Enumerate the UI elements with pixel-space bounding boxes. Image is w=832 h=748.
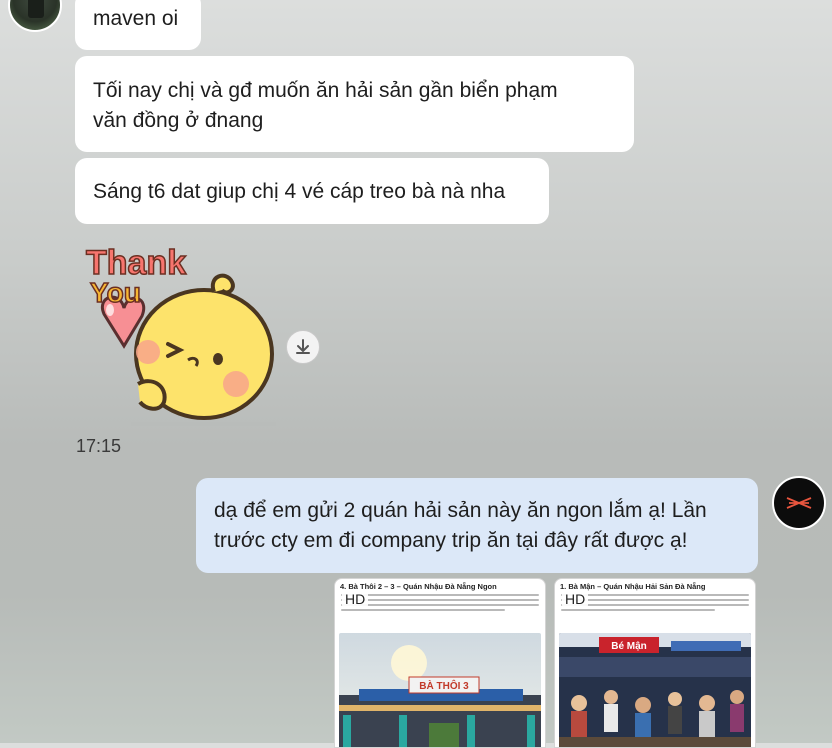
sender-avatar[interactable] — [8, 0, 62, 32]
download-icon — [296, 339, 310, 354]
message-text-line-2: văn đồng ở đnang — [93, 109, 264, 132]
message-bubble-1[interactable]: maven oi — [75, 0, 201, 50]
text-line — [561, 594, 749, 596]
my-avatar[interactable] — [772, 476, 826, 530]
chick-sticker-icon: Thank You — [85, 243, 281, 432]
message-text: maven oi — [93, 7, 179, 30]
message-bubble-2[interactable]: Tối nay chị và gđ muốn ăn hải sản gần bi… — [75, 56, 634, 152]
message-timestamp: 17:15 — [76, 436, 122, 456]
text-line — [561, 609, 715, 611]
sign-text: BÀ THÔI 3 — [419, 679, 469, 692]
message-text: Sáng t6 dat giup chị 4 vé cáp treo bà nà… — [93, 180, 506, 203]
chat-panel: maven oi Tối nay chị và gđ muốn ăn hải s… — [0, 0, 832, 748]
avatar-figure — [28, 0, 44, 18]
text-line — [561, 604, 749, 606]
sticker-text-you: You — [90, 277, 141, 308]
thank-you-sticker[interactable]: Thank You — [76, 226, 281, 432]
text-line — [341, 594, 539, 596]
attachment-title: 1. Bà Mận – Quán Nhậu Hải Sản Đà Nẵng — [560, 582, 706, 591]
hd-badge: HD — [342, 591, 369, 607]
text-line — [341, 604, 539, 606]
message-text-line-1: Tối nay chị và gđ muốn ăn hải sản gần bi… — [93, 79, 558, 102]
image-attachment-2[interactable]: 1. Bà Mận – Quán Nhậu Hải Sản Đà Nẵng Bé… — [554, 578, 756, 748]
outgoing-message-bubble[interactable]: dạ để em gửi 2 quán hải sản này ăn ngon … — [196, 478, 758, 573]
download-button[interactable] — [286, 330, 320, 364]
text-line — [341, 609, 505, 611]
restaurant-photo: Bé Mận — [559, 633, 751, 747]
text-line — [341, 599, 539, 601]
text-line — [561, 599, 749, 601]
restaurant-photo: BÀ THÔI 3 — [339, 633, 541, 747]
message-bubble-3[interactable]: Sáng t6 dat giup chị 4 vé cáp treo bà nà… — [75, 158, 549, 224]
message-text-line-2: trước cty em đi company trip ăn tại đây … — [214, 529, 688, 552]
brand-logo-icon — [786, 497, 812, 509]
hd-badge: HD — [562, 591, 589, 607]
message-text-line-1: dạ để em gửi 2 quán hải sản này ăn ngon … — [214, 499, 707, 522]
image-attachment-1[interactable]: 4. Bà Thôi 2 – 3 – Quán Nhậu Đà Nẵng Ngo… — [334, 578, 546, 748]
attachment-title: 4. Bà Thôi 2 – 3 – Quán Nhậu Đà Nẵng Ngo… — [340, 582, 497, 591]
sign-text: Bé Mận — [611, 641, 647, 652]
